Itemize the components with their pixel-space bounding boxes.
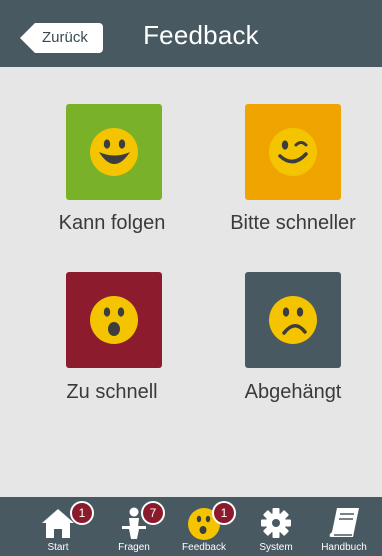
gear-icon [261,508,291,538]
surprised-face-icon [90,296,138,344]
option-tile-abgehaengt[interactable] [245,272,341,368]
winking-face-icon [269,128,317,176]
tab-start-label: Start [47,542,69,553]
tab-feedback[interactable]: 1 Feedback [166,497,242,556]
option-label-abgehaengt[interactable]: Abgehängt [198,381,382,404]
tab-handbuch-label: Handbuch [321,542,367,553]
fragen-badge: 7 [141,501,165,525]
start-badge: 1 [70,501,94,525]
option-tile-zu-schnell[interactable] [66,272,162,368]
option-label-kann-folgen[interactable]: Kann folgen [17,212,207,235]
tab-feedback-label: Feedback [182,542,226,553]
header-bar: Zurück Feedback [0,0,382,67]
option-label-zu-schnell[interactable]: Zu schnell [17,381,207,404]
tab-bar: 1 Start 7 Fragen 1 Feedback System Handb… [0,497,382,556]
tab-fragen-label: Fragen [118,542,150,553]
option-label-bitte-schneller[interactable]: Bitte schneller [198,212,382,235]
tab-handbuch[interactable]: Handbuch [306,497,382,556]
option-tile-bitte-schneller[interactable] [245,104,341,200]
tab-system-label: System [259,542,293,553]
sad-face-icon [269,296,317,344]
book-icon [329,508,359,537]
tab-system[interactable]: System [238,497,314,556]
feedback-badge: 1 [212,501,236,525]
option-tile-kann-folgen[interactable] [66,104,162,200]
happy-face-icon [90,128,138,176]
page-title: Feedback [143,20,259,50]
tab-start[interactable]: 1 Start [20,497,96,556]
tab-fragen[interactable]: 7 Fragen [96,497,172,556]
